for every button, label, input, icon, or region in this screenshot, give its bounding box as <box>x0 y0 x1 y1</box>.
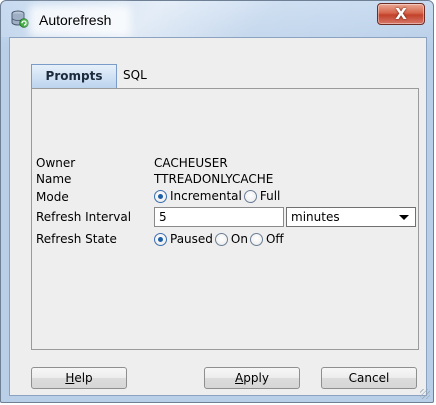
close-button[interactable]: X <box>377 3 425 25</box>
mode-full-radio[interactable] <box>243 189 257 203</box>
tab-sql[interactable]: SQL <box>119 64 159 88</box>
help-mnemonic: H <box>65 371 75 385</box>
state-paused-label: Paused <box>170 232 213 246</box>
mode-option-incremental[interactable]: Incremental <box>154 189 242 203</box>
close-icon: X <box>395 5 407 23</box>
state-off-radio[interactable] <box>249 232 263 246</box>
state-option-off[interactable]: Off <box>249 232 284 246</box>
help-label-rest: elp <box>74 371 93 385</box>
name-value: TTREADONLYCACHE <box>154 172 274 186</box>
title-bar[interactable]: Autorefresh X <box>1 1 433 37</box>
apply-label-rest: pply <box>243 371 269 385</box>
mode-incremental-radio[interactable] <box>154 189 167 203</box>
state-paused-radio[interactable] <box>154 232 167 246</box>
state-off-label: Off <box>265 232 284 246</box>
state-on-label: On <box>230 232 248 246</box>
state-option-paused[interactable]: Paused <box>154 232 213 246</box>
autorefresh-dialog: Autorefresh X Prompts SQL Owner CACHEUSE… <box>0 0 434 403</box>
refresh-interval-label: Refresh Interval <box>36 210 132 224</box>
owner-label: Owner <box>36 156 76 170</box>
radio-dot-icon <box>158 236 163 242</box>
state-option-on[interactable]: On <box>214 232 248 246</box>
mode-radio-group: Incremental Full <box>154 188 282 204</box>
chevron-down-icon <box>399 215 409 220</box>
database-refresh-icon <box>11 10 29 28</box>
apply-button[interactable]: Apply <box>204 367 300 389</box>
mode-incremental-label: Incremental <box>170 189 242 203</box>
mode-option-full[interactable]: Full <box>243 189 281 203</box>
refresh-interval-input[interactable]: 5 <box>154 207 284 227</box>
prompts-panel: Owner CACHEUSER Name TTREADONLYCACHE Mod… <box>31 88 419 350</box>
refresh-interval-unit-select[interactable]: minutes <box>286 207 416 227</box>
mode-label: Mode <box>36 190 69 204</box>
tab-prompts[interactable]: Prompts <box>31 64 117 88</box>
resize-grip-icon[interactable] <box>420 389 430 399</box>
owner-value: CACHEUSER <box>154 156 228 170</box>
cancel-button[interactable]: Cancel <box>321 367 417 389</box>
radio-dot-icon <box>158 193 163 199</box>
name-label: Name <box>36 172 72 186</box>
window-title: Autorefresh <box>35 11 126 31</box>
state-on-radio[interactable] <box>214 232 228 246</box>
refresh-state-label: Refresh State <box>36 232 117 246</box>
help-button[interactable]: Help <box>31 367 127 389</box>
unit-select-value: minutes <box>291 210 340 224</box>
mode-full-label: Full <box>259 189 281 203</box>
refresh-state-radio-group: Paused On Off <box>154 231 286 247</box>
dialog-content: Prompts SQL Owner CACHEUSER Name TTREADO… <box>9 37 427 396</box>
